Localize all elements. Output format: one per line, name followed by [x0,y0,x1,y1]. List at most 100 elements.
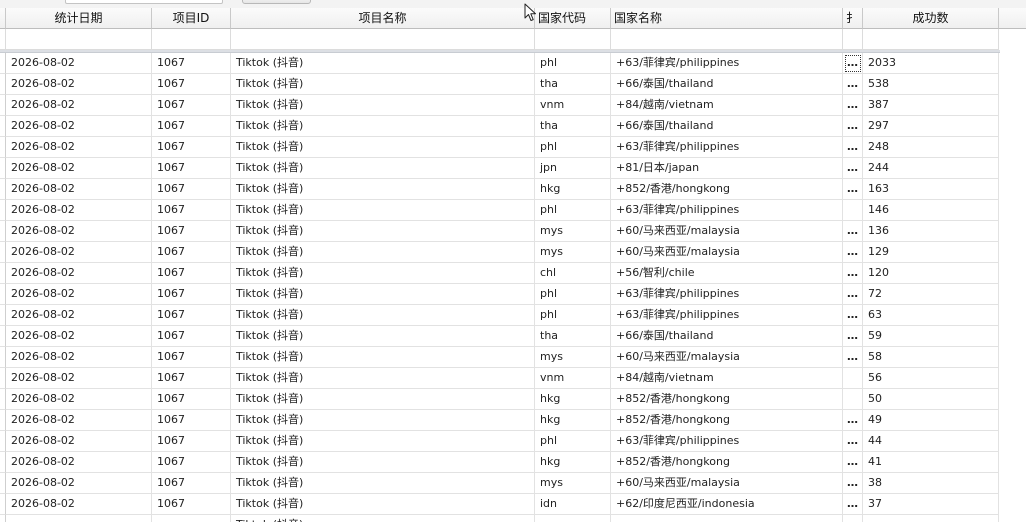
cell-project-id[interactable]: 1067 [152,389,231,410]
cell-country-name[interactable]: +63/菲律宾/philippines [611,137,843,158]
cell-success-count[interactable]: 163 [863,179,999,200]
cell-more[interactable]: … [843,263,863,284]
cell-project-name[interactable]: Tiktok (抖音) [231,452,535,473]
cell-country-code[interactable]: mys [535,347,611,368]
cell-success-count[interactable]: 49 [863,410,999,431]
cell-project-name[interactable]: Tiktok (抖音) [231,74,535,95]
cell-country-name[interactable] [611,515,843,522]
cell-date[interactable] [6,515,152,522]
cell-project-id[interactable]: 1067 [152,494,231,515]
cell-more[interactable]: … [843,221,863,242]
column-header-truncated[interactable]: 扌 [843,8,863,29]
cell-project-id[interactable]: 1067 [152,221,231,242]
cell-country-name[interactable]: +81/日本/japan [611,158,843,179]
cell-project-id[interactable]: 1067 [152,200,231,221]
table-row[interactable]: 2026-08-02 1067 Tiktok (抖音) hkg +852/香港/hong… [0,179,1000,200]
table-row[interactable]: 2026-08-02 1067 Tiktok (抖音) phl +63/菲律宾/phil… [0,137,1000,158]
cell-success-count[interactable]: 44 [863,431,999,452]
cell-country-name[interactable]: +63/菲律宾/philippines [611,305,843,326]
cell-country-name[interactable]: +63/菲律宾/philippines [611,200,843,221]
table-row[interactable]: 2026-08-02 1067 Tiktok (抖音) phl +63/菲律宾/phil… [0,305,1000,326]
cell-project-id[interactable]: 1067 [152,179,231,200]
cell-more[interactable]: … [843,137,863,158]
cell-date[interactable]: 2026-08-02 [6,347,152,368]
filter-cell-project-id[interactable] [152,29,231,50]
table-row[interactable]: 2026-08-02 1067 Tiktok (抖音) hkg +852/香港/hong… [0,452,1000,473]
cell-date[interactable]: 2026-08-02 [6,389,152,410]
cell-country-code[interactable]: hkg [535,452,611,473]
cell-project-id[interactable] [152,515,231,522]
cell-date[interactable]: 2026-08-02 [6,410,152,431]
table-row[interactable]: 2026-08-02 1067 Tiktok (抖音) phl +63/菲律宾/phil… [0,53,1000,74]
cell-success-count[interactable] [863,515,999,522]
table-row[interactable]: 2026-08-02 1067 Tiktok (抖音) jpn +81/日本/japan… [0,158,1000,179]
table-row[interactable]: 2026-08-02 1067 Tiktok (抖音) tha +66/泰国/thail… [0,116,1000,137]
cell-project-id[interactable]: 1067 [152,242,231,263]
cell-success-count[interactable]: 129 [863,242,999,263]
cell-more[interactable]: … [843,53,863,74]
cell-more[interactable]: … [843,305,863,326]
cell-success-count[interactable]: 538 [863,74,999,95]
table-row[interactable]: 2026-08-02 1067 Tiktok (抖音) vnm +84/越南/vietn… [0,95,1000,116]
cell-project-name[interactable]: Tiktok (抖音) [231,515,535,522]
cell-project-name[interactable]: Tiktok (抖音) [231,200,535,221]
cell-date[interactable]: 2026-08-02 [6,368,152,389]
cell-date[interactable]: 2026-08-02 [6,305,152,326]
cell-country-name[interactable]: +66/泰国/thailand [611,74,843,95]
cell-more[interactable]: … [843,284,863,305]
cell-project-id[interactable]: 1067 [152,431,231,452]
table-row[interactable]: 2026-08-02 1067 Tiktok (抖音) chl +56/智利/chile… [0,263,1000,284]
column-header-project-id[interactable]: 项目ID [152,8,231,29]
cell-more[interactable] [843,368,863,389]
cell-country-name[interactable]: +84/越南/vietnam [611,368,843,389]
cell-country-code[interactable]: hkg [535,179,611,200]
cell-success-count[interactable]: 41 [863,452,999,473]
cell-project-id[interactable]: 1067 [152,74,231,95]
cell-date[interactable]: 2026-08-02 [6,200,152,221]
cell-project-id[interactable]: 1067 [152,137,231,158]
cell-project-name[interactable]: Tiktok (抖音) [231,284,535,305]
column-header-country-name[interactable]: 国家名称 [611,8,843,29]
cell-more[interactable]: … [843,410,863,431]
cell-date[interactable]: 2026-08-02 [6,53,152,74]
cell-more[interactable]: … [843,347,863,368]
cell-country-code[interactable]: mys [535,242,611,263]
cell-project-id[interactable]: 1067 [152,410,231,431]
cell-country-code[interactable]: vnm [535,95,611,116]
cell-country-code[interactable]: hkg [535,389,611,410]
cell-country-name[interactable]: +60/马来西亚/malaysia [611,242,843,263]
cell-country-code[interactable]: phl [535,305,611,326]
cell-date[interactable]: 2026-08-02 [6,494,152,515]
cell-success-count[interactable]: 38 [863,473,999,494]
cell-country-code[interactable]: mys [535,221,611,242]
cell-project-name[interactable]: Tiktok (抖音) [231,368,535,389]
cell-project-name[interactable]: Tiktok (抖音) [231,53,535,74]
table-row[interactable]: 2026-08-02 1067 Tiktok (抖音) phl +63/菲律宾/phil… [0,431,1000,452]
cell-project-id[interactable]: 1067 [152,95,231,116]
table-row[interactable]: 2026-08-02 1067 Tiktok (抖音) idn +62/印度尼西亚/in… [0,494,1000,515]
cell-project-id[interactable]: 1067 [152,263,231,284]
cell-country-code[interactable]: phl [535,284,611,305]
cell-more[interactable]: … [843,74,863,95]
cell-more[interactable]: … [843,473,863,494]
filter-cell-date[interactable] [6,29,152,50]
cell-more[interactable] [843,389,863,410]
cell-project-id[interactable]: 1067 [152,452,231,473]
cell-success-count[interactable]: 58 [863,347,999,368]
cell-country-code[interactable]: tha [535,326,611,347]
cell-date[interactable]: 2026-08-02 [6,263,152,284]
cell-country-name[interactable]: +852/香港/hongkong [611,452,843,473]
cell-more[interactable] [843,515,863,522]
cell-project-name[interactable]: Tiktok (抖音) [231,431,535,452]
cell-country-name[interactable]: +66/泰国/thailand [611,326,843,347]
cell-success-count[interactable]: 59 [863,326,999,347]
cell-project-id[interactable]: 1067 [152,305,231,326]
table-row[interactable]: 2026-08-02 1067 Tiktok (抖音) hkg +852/香港/hong… [0,410,1000,431]
cell-country-name[interactable]: +852/香港/hongkong [611,410,843,431]
cell-project-name[interactable]: Tiktok (抖音) [231,389,535,410]
cell-project-name[interactable]: Tiktok (抖音) [231,221,535,242]
cell-country-name[interactable]: +60/马来西亚/malaysia [611,221,843,242]
cell-date[interactable]: 2026-08-02 [6,284,152,305]
cell-more[interactable] [843,200,863,221]
filter-cell-truncated[interactable] [843,29,863,50]
